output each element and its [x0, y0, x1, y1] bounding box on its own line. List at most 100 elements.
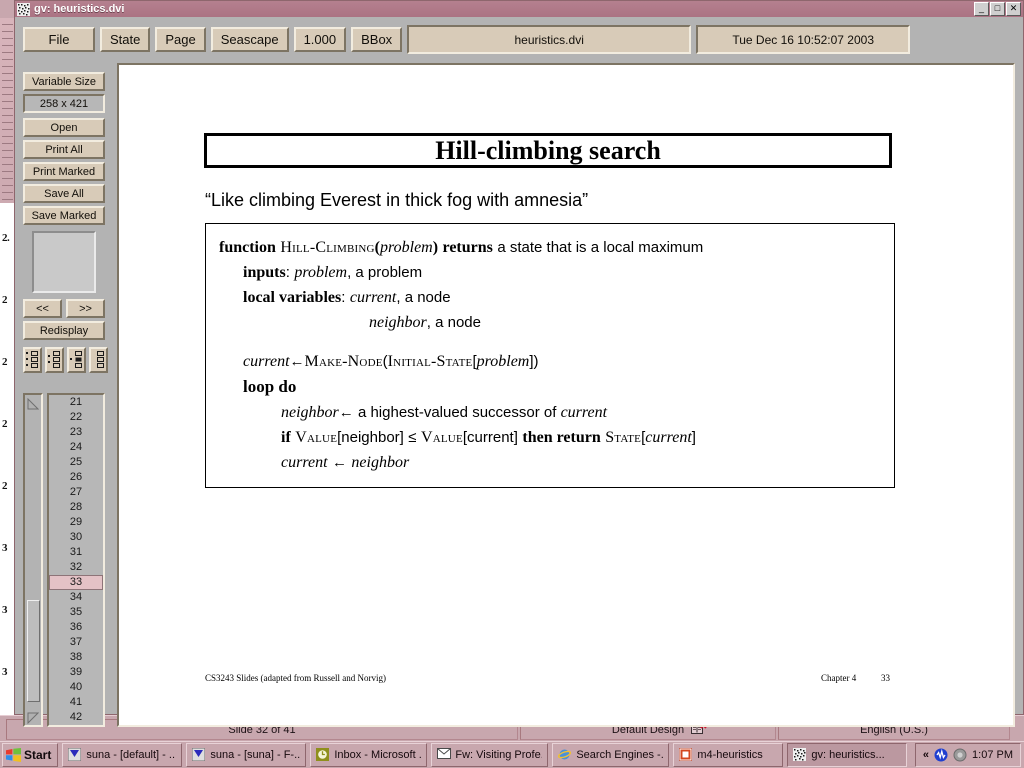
- algo-var-current: current: [350, 289, 397, 306]
- slide-footer-chapter: Chapter 4: [821, 673, 856, 683]
- algo-kw-localvars: local variables: [243, 289, 341, 306]
- system-tray: « 1:07 PM: [915, 743, 1021, 767]
- page-list-item[interactable]: 22: [49, 410, 103, 425]
- page-list-item[interactable]: 36: [49, 620, 103, 635]
- next-page-button[interactable]: >>: [66, 299, 105, 318]
- algo-arg-current-2: current: [645, 429, 692, 446]
- page-list-item[interactable]: 34: [49, 590, 103, 605]
- network-icon[interactable]: [953, 748, 967, 762]
- scroll-up-arrow-icon[interactable]: [27, 397, 39, 409]
- page-list-item[interactable]: 41: [49, 695, 103, 710]
- ruler-tick: [2, 45, 13, 46]
- ie-icon: [558, 748, 572, 762]
- menu-bbox[interactable]: BBox: [351, 27, 402, 52]
- gv-window-body: File State Page Seascape 1.000 BBox heur…: [15, 17, 1023, 714]
- slide-title: Hill-climbing search: [204, 133, 892, 168]
- taskbar-item-label: suna - [suna] - F-...: [210, 749, 300, 761]
- powerpoint-icon: [679, 748, 693, 762]
- page-list-scroll-thumb[interactable]: [27, 600, 40, 702]
- ruler-tick: [2, 24, 13, 25]
- ruler-tick: [2, 115, 13, 116]
- page-preview-thumbnail[interactable]: [32, 231, 96, 293]
- outline-slide-number: 2: [2, 356, 7, 368]
- page-list-item[interactable]: 37: [49, 635, 103, 650]
- algo-line1-tail: a state that is a local maximum: [497, 239, 703, 256]
- taskbar-item[interactable]: Inbox - Microsoft ...: [310, 743, 427, 767]
- save-marked-button[interactable]: Save Marked: [23, 206, 105, 225]
- redisplay-button[interactable]: Redisplay: [23, 321, 105, 340]
- page-number-list[interactable]: 2122232425262728293031323334353637383940…: [47, 393, 105, 727]
- algo-arg-neighbor: [neighbor]: [337, 429, 404, 446]
- page-list-item[interactable]: 25: [49, 455, 103, 470]
- minimize-button[interactable]: _: [974, 2, 989, 16]
- page-list-item[interactable]: 23: [49, 425, 103, 440]
- mail-icon: [437, 748, 451, 762]
- page-list-item[interactable]: 32: [49, 560, 103, 575]
- mark-current-icon[interactable]: [67, 347, 86, 373]
- taskbar-item[interactable]: gv: heuristics...: [787, 743, 907, 767]
- algo-line-4: neighbor, a node: [219, 310, 889, 335]
- clock[interactable]: 1:07 PM: [972, 749, 1013, 761]
- outline-slide-number: 2.: [2, 232, 9, 244]
- page-list-item[interactable]: 33: [49, 575, 103, 590]
- algo-kw-function: function: [219, 239, 276, 256]
- gv-title-bar[interactable]: gv: heuristics.dvi _ □ ✕: [15, 1, 1023, 17]
- algo-kw-inputs: inputs: [243, 264, 286, 281]
- page-list-item[interactable]: 38: [49, 650, 103, 665]
- page-list-item[interactable]: 29: [49, 515, 103, 530]
- menu-file[interactable]: File: [23, 27, 95, 52]
- close-button[interactable]: ✕: [1006, 2, 1021, 16]
- menu-scale[interactable]: 1.000: [294, 27, 347, 52]
- taskbar-item[interactable]: m4-heuristics: [673, 743, 783, 767]
- algo-var-neighbor: neighbor: [369, 314, 427, 331]
- page-list-item[interactable]: 21: [49, 395, 103, 410]
- dvi-slide-page: Hill-climbing search “Like climbing Ever…: [119, 65, 1013, 725]
- outline-slide-number: 2: [2, 480, 7, 492]
- taskbar-item[interactable]: Fw: Visiting Profe...: [431, 743, 548, 767]
- page-list-item[interactable]: 30: [49, 530, 103, 545]
- ruler-tick: [2, 59, 13, 60]
- algo-kw-then-return: then return: [522, 429, 600, 446]
- taskbar-item-label: suna - [default] - ...: [86, 749, 176, 761]
- taskbar-item[interactable]: suna - [default] - ...: [62, 743, 182, 767]
- slide-footer-page-number: 33: [881, 673, 890, 683]
- menu-page[interactable]: Page: [155, 27, 205, 52]
- print-all-button[interactable]: Print All: [23, 140, 105, 159]
- print-marked-button[interactable]: Print Marked: [23, 162, 105, 181]
- algo-assign-target-3: current: [281, 454, 328, 471]
- mark-buttons-row: [23, 347, 109, 373]
- mark-odd-icon[interactable]: [23, 347, 42, 373]
- page-list-item[interactable]: 24: [49, 440, 103, 455]
- start-button[interactable]: Start: [2, 743, 58, 767]
- variable-size-button[interactable]: Variable Size: [23, 72, 105, 91]
- page-list-item[interactable]: 31: [49, 545, 103, 560]
- page-list-item[interactable]: 39: [49, 665, 103, 680]
- volume-icon[interactable]: [934, 748, 948, 762]
- algo-line-3: local variables: current, a node: [219, 285, 889, 310]
- page-list-scrollbar[interactable]: [23, 393, 43, 727]
- algo-assign-target-2: neighbor: [281, 404, 339, 421]
- algo-line4-tail: , a node: [427, 314, 481, 331]
- maximize-button[interactable]: □: [990, 2, 1005, 16]
- ruler-tick: [2, 136, 13, 137]
- scroll-down-arrow-icon[interactable]: [27, 711, 39, 723]
- page-list-item[interactable]: 35: [49, 605, 103, 620]
- mark-even-icon[interactable]: [45, 347, 64, 373]
- taskbar-item[interactable]: Search Engines -...: [552, 743, 669, 767]
- menu-orientation[interactable]: Seascape: [211, 27, 289, 52]
- document-viewport[interactable]: Hill-climbing search “Like climbing Ever…: [117, 63, 1015, 727]
- menu-state[interactable]: State: [100, 27, 150, 52]
- page-list-item[interactable]: 28: [49, 500, 103, 515]
- unmark-all-icon[interactable]: [89, 347, 108, 373]
- save-all-button[interactable]: Save All: [23, 184, 105, 203]
- open-button[interactable]: Open: [23, 118, 105, 137]
- slide-footer-credit: CS3243 Slides (adapted from Russell and …: [205, 673, 386, 683]
- previous-page-button[interactable]: <<: [23, 299, 62, 318]
- tray-expand-icon[interactable]: «: [923, 749, 929, 761]
- page-list-item[interactable]: 26: [49, 470, 103, 485]
- page-list-item[interactable]: 42: [49, 710, 103, 725]
- page-list-item[interactable]: 27: [49, 485, 103, 500]
- algo-var-current-2: current: [561, 404, 608, 421]
- page-list-item[interactable]: 40: [49, 680, 103, 695]
- taskbar-item[interactable]: suna - [suna] - F-...: [186, 743, 306, 767]
